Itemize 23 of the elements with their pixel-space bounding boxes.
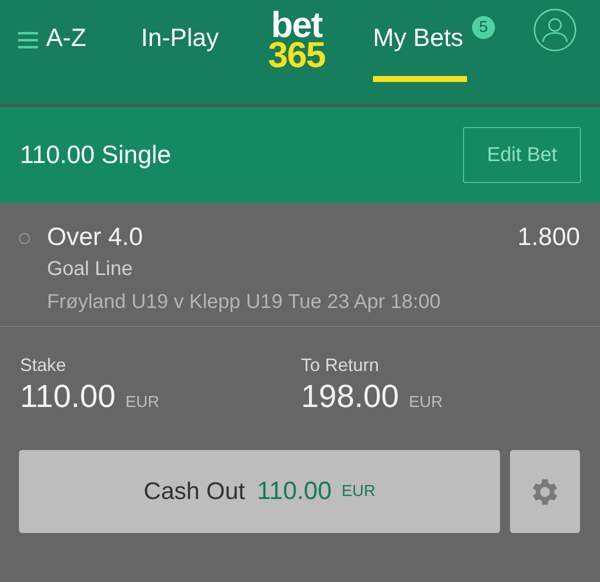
- status-circle-icon: [19, 233, 30, 244]
- event-details: Frøyland U19 v Klepp U19 Tue 23 Apr 18:00: [47, 291, 442, 314]
- nav-tab[interactable]: In-Play: [141, 24, 219, 82]
- amount-value: 110.00: [20, 378, 116, 415]
- logo-number: 365: [268, 40, 326, 70]
- currency-label: EUR: [126, 394, 160, 412]
- total-label: To Return: [301, 355, 380, 376]
- bet-title: 110.00 Single: [20, 140, 172, 170]
- menu-button[interactable]: A-Z: [18, 24, 86, 82]
- menu-icon: [18, 32, 38, 49]
- logo-text: bet: [271, 10, 322, 40]
- currency-label: EUR: [408, 394, 443, 412]
- cash-out-button[interactable]: Cash Out 110.00 EUR: [19, 450, 500, 533]
- market-name: Goal Line: [47, 258, 134, 281]
- nav-tab[interactable]: My Bets: [373, 24, 467, 82]
- account-icon[interactable]: [533, 8, 577, 52]
- amount-value: 198.00: [301, 378, 399, 415]
- odds-value: 1.800: [517, 223, 580, 252]
- edit-bet-button[interactable]: Edit Bet: [463, 127, 581, 183]
- total-label: Stake: [20, 355, 68, 376]
- settings-button[interactable]: [510, 450, 580, 533]
- count-badge: 5: [472, 16, 495, 39]
- selection-name: Over 4.0: [47, 223, 144, 252]
